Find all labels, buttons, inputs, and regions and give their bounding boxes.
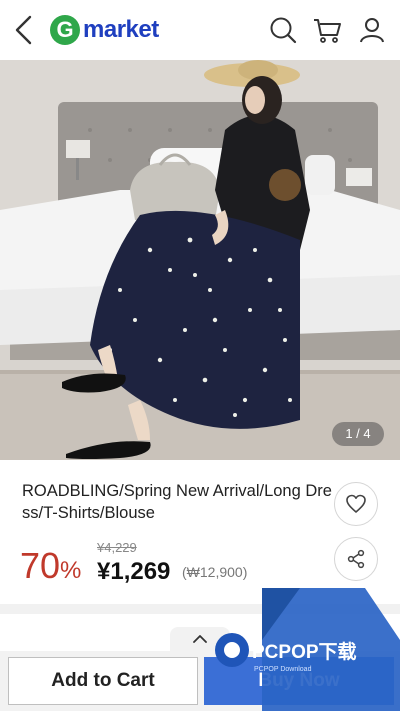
heart-icon	[346, 494, 366, 513]
cart-icon	[314, 19, 341, 43]
image-page-indicator: 1 / 4	[332, 422, 384, 446]
sale-price: ¥1,269	[97, 558, 171, 585]
product-image-carousel[interactable]: 1 / 4	[0, 60, 400, 460]
reference-price: (₩12,900)	[182, 564, 248, 580]
expand-options-tab[interactable]	[170, 627, 230, 651]
original-price: ¥4,229	[97, 540, 137, 555]
add-to-cart-button[interactable]: Add to Cart	[8, 657, 198, 705]
purchase-action-bar: Add to Cart Buy Now	[0, 651, 400, 711]
gmarket-logo[interactable]: G market	[50, 12, 159, 48]
chevron-left-icon	[15, 15, 32, 45]
discount-rate: 70%	[20, 544, 81, 593]
section-divider	[0, 604, 400, 614]
search-button[interactable]	[268, 15, 298, 45]
share-button[interactable]	[334, 537, 378, 581]
logo-g-mark: G	[50, 15, 80, 45]
user-icon	[360, 18, 384, 43]
product-photo	[0, 60, 400, 460]
cart-button[interactable]	[312, 15, 342, 45]
discount-number: 70	[20, 545, 61, 586]
chevron-up-icon	[193, 635, 207, 643]
product-title: ROADBLING/Spring New Arrival/Long Dress/…	[22, 482, 332, 522]
buy-now-button[interactable]: Buy Now	[204, 657, 394, 705]
discount-percent-sign: %	[60, 557, 82, 584]
product-info-panel: ROADBLING/Spring New Arrival/Long Dress/…	[0, 460, 400, 605]
share-icon	[347, 549, 365, 569]
back-button[interactable]	[10, 13, 38, 47]
wishlist-button[interactable]	[334, 482, 378, 526]
account-button[interactable]	[357, 15, 387, 45]
logo-wordmark: market	[83, 16, 159, 43]
top-app-bar: G market	[0, 0, 400, 60]
search-icon	[270, 17, 297, 44]
